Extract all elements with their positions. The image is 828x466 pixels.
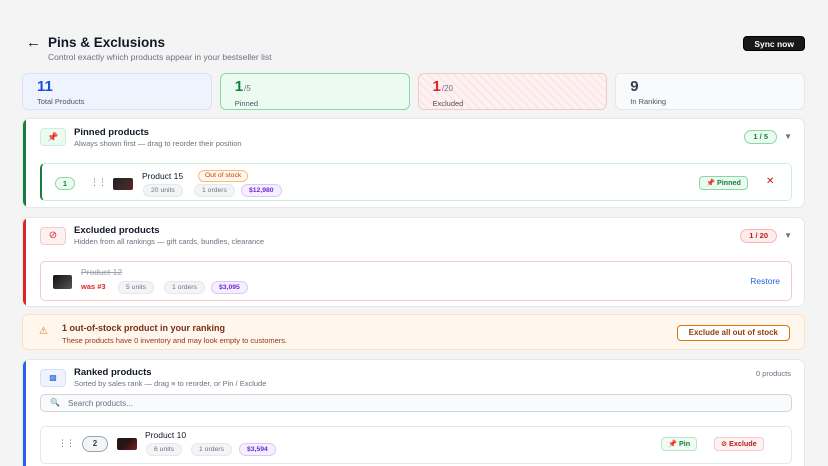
- previous-rank-label: was #3: [81, 282, 106, 291]
- pinned-rank-badge: 1: [55, 177, 75, 190]
- orders-chip: 1 orders: [194, 184, 235, 197]
- stat-pinned-denominator: /5: [244, 84, 251, 93]
- pinned-accent-bar: [23, 119, 26, 207]
- product-thumbnail: [117, 438, 137, 450]
- ranked-section-subtitle: Sorted by sales rank — drag ≡ to reorder…: [74, 379, 267, 388]
- ban-icon: ⊘: [40, 227, 66, 245]
- excluded-products-section: ⊘ Excluded products Hidden from all rank…: [22, 217, 805, 307]
- orders-chip: 1 orders: [191, 443, 232, 456]
- excluded-collapse-chevron-icon[interactable]: ▼: [784, 231, 792, 240]
- stat-pinned-label: Pinned: [234, 99, 259, 108]
- alert-subtitle: These products have 0 inventory and may …: [62, 336, 288, 345]
- stat-ranking-value: 9: [630, 78, 639, 95]
- pin-button[interactable]: 📌 Pin: [661, 437, 698, 451]
- out-of-stock-badge: Out of stock: [198, 170, 249, 182]
- excluded-product-row: Product 12 was #3 5 units 1 orders $3,09…: [40, 261, 792, 301]
- pinned-count-badge: 1 / 5: [744, 130, 777, 144]
- pin-icon: 📌: [668, 439, 677, 448]
- excluded-accent-bar: [23, 218, 26, 306]
- chart-icon: ▩: [40, 369, 66, 387]
- product-thumbnail: [113, 178, 133, 190]
- pinned-section-subtitle: Always shown first — drag to reorder the…: [74, 139, 242, 148]
- pin-button-label: Pin: [678, 439, 691, 448]
- stat-excluded: 1/20 Excluded: [417, 73, 608, 110]
- stat-total-products: 11 Total Products: [22, 73, 212, 110]
- ranked-section-title: Ranked products: [74, 367, 152, 378]
- stat-total-label: Total Products: [37, 97, 85, 106]
- stat-pinned-value: 1: [234, 78, 244, 95]
- search-icon: 🔍: [50, 398, 60, 407]
- pinned-section-title: Pinned products: [74, 127, 149, 138]
- exclude-all-out-of-stock-button[interactable]: Exclude all out of stock: [676, 325, 790, 341]
- pinned-toggle-button[interactable]: 📌 Pinned: [699, 176, 748, 190]
- price-chip: $12,980: [241, 184, 282, 197]
- excluded-section-subtitle: Hidden from all rankings — gift cards, b…: [74, 237, 265, 246]
- stat-excluded-value: 1: [432, 78, 441, 95]
- exclude-button[interactable]: ⊘ Exclude: [714, 437, 764, 451]
- stat-excluded-denominator: /20: [441, 84, 453, 93]
- units-chip: 20 units: [143, 184, 183, 197]
- arrow-left-icon[interactable]: ←: [26, 35, 41, 51]
- excluded-product-name: Product 12: [81, 267, 123, 277]
- drag-handle-icon[interactable]: ⋮⋮: [58, 438, 75, 449]
- page-subtitle: Control exactly which products appear in…: [48, 52, 272, 62]
- orders-chip: 1 orders: [164, 281, 205, 294]
- excluded-section-title: Excluded products: [74, 225, 160, 236]
- ranked-accent-bar: [23, 360, 26, 466]
- unpin-close-icon[interactable]: ✕: [764, 176, 776, 190]
- units-chip: 6 units: [146, 443, 183, 456]
- stat-excluded-label: Excluded: [432, 99, 464, 108]
- page-header: ← Pins & Exclusions Control exactly whic…: [22, 34, 805, 70]
- pinned-products-section: 📌 Pinned products Always shown first — d…: [22, 118, 805, 208]
- excluded-count-badge: 1 / 20: [740, 229, 777, 243]
- stat-in-ranking: 9 In Ranking: [615, 73, 805, 110]
- search-bar: 🔍: [40, 394, 792, 412]
- stat-total-value: 11: [37, 78, 53, 95]
- ranked-product-row: ⋮⋮ 2 Product 10 6 units 1 orders $3,594 …: [40, 426, 792, 464]
- warning-icon: ⚠: [39, 326, 48, 337]
- stat-pinned: 1/5 Pinned: [219, 73, 410, 110]
- ranked-product-name: Product 10: [145, 430, 187, 440]
- pinned-product-name: Product 15: [142, 171, 184, 181]
- stat-ranking-label: In Ranking: [630, 97, 667, 106]
- ranked-rank-badge: 2: [82, 436, 108, 452]
- pinned-toggle-label: Pinned: [716, 178, 741, 187]
- drag-handle-icon[interactable]: ⋮⋮: [90, 177, 107, 188]
- page-title: Pins & Exclusions: [48, 35, 166, 50]
- price-chip: $3,095: [211, 281, 248, 294]
- exclude-button-label: Exclude: [729, 439, 757, 448]
- units-chip: 5 units: [118, 281, 155, 294]
- ranked-count-label: 0 products: [755, 369, 791, 378]
- pin-icon: 📌: [40, 128, 66, 146]
- price-chip: $3,594: [239, 443, 276, 456]
- pin-icon: 📌: [706, 178, 715, 187]
- stats-row: 11 Total Products 1/5 Pinned 1/20 Exclud…: [22, 73, 805, 110]
- product-thumbnail: [53, 275, 72, 289]
- restore-button[interactable]: Restore: [750, 276, 780, 286]
- pinned-collapse-chevron-icon[interactable]: ▼: [784, 132, 792, 141]
- alert-title: 1 out-of-stock product in your ranking: [62, 323, 226, 333]
- ban-icon: ⊘: [721, 439, 728, 448]
- search-input[interactable]: [68, 397, 768, 409]
- out-of-stock-alert: ⚠ 1 out-of-stock product in your ranking…: [22, 314, 805, 350]
- pinned-product-row: 1 ⋮⋮ Product 15 Out of stock 20 units 1 …: [40, 163, 792, 201]
- sync-now-button[interactable]: Sync now: [743, 36, 805, 51]
- ranked-products-section: ▩ Ranked products Sorted by sales rank —…: [22, 359, 805, 466]
